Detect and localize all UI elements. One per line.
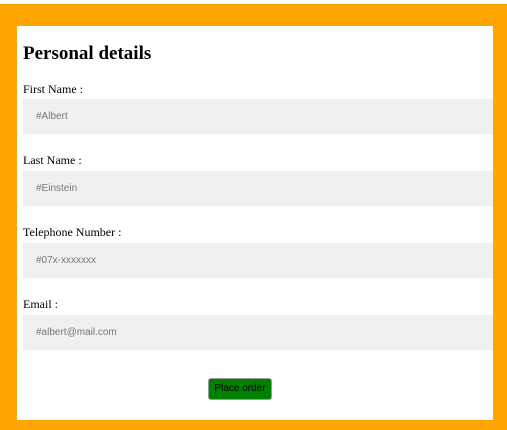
last-name-label: Last Name : bbox=[23, 153, 82, 167]
first-name-input[interactable] bbox=[23, 99, 493, 134]
page-frame: Personal details First Name : Last Name … bbox=[0, 0, 507, 430]
telephone-label: Telephone Number : bbox=[23, 225, 122, 239]
place-order-button[interactable]: Place order bbox=[208, 378, 272, 400]
first-name-label: First Name : bbox=[23, 82, 83, 96]
last-name-input[interactable] bbox=[23, 171, 493, 206]
email-label: Email : bbox=[23, 297, 58, 311]
email-input[interactable] bbox=[23, 315, 493, 350]
telephone-input[interactable] bbox=[23, 243, 493, 278]
personal-details-form: Personal details First Name : Last Name … bbox=[17, 26, 493, 420]
form-title: Personal details bbox=[23, 43, 152, 64]
